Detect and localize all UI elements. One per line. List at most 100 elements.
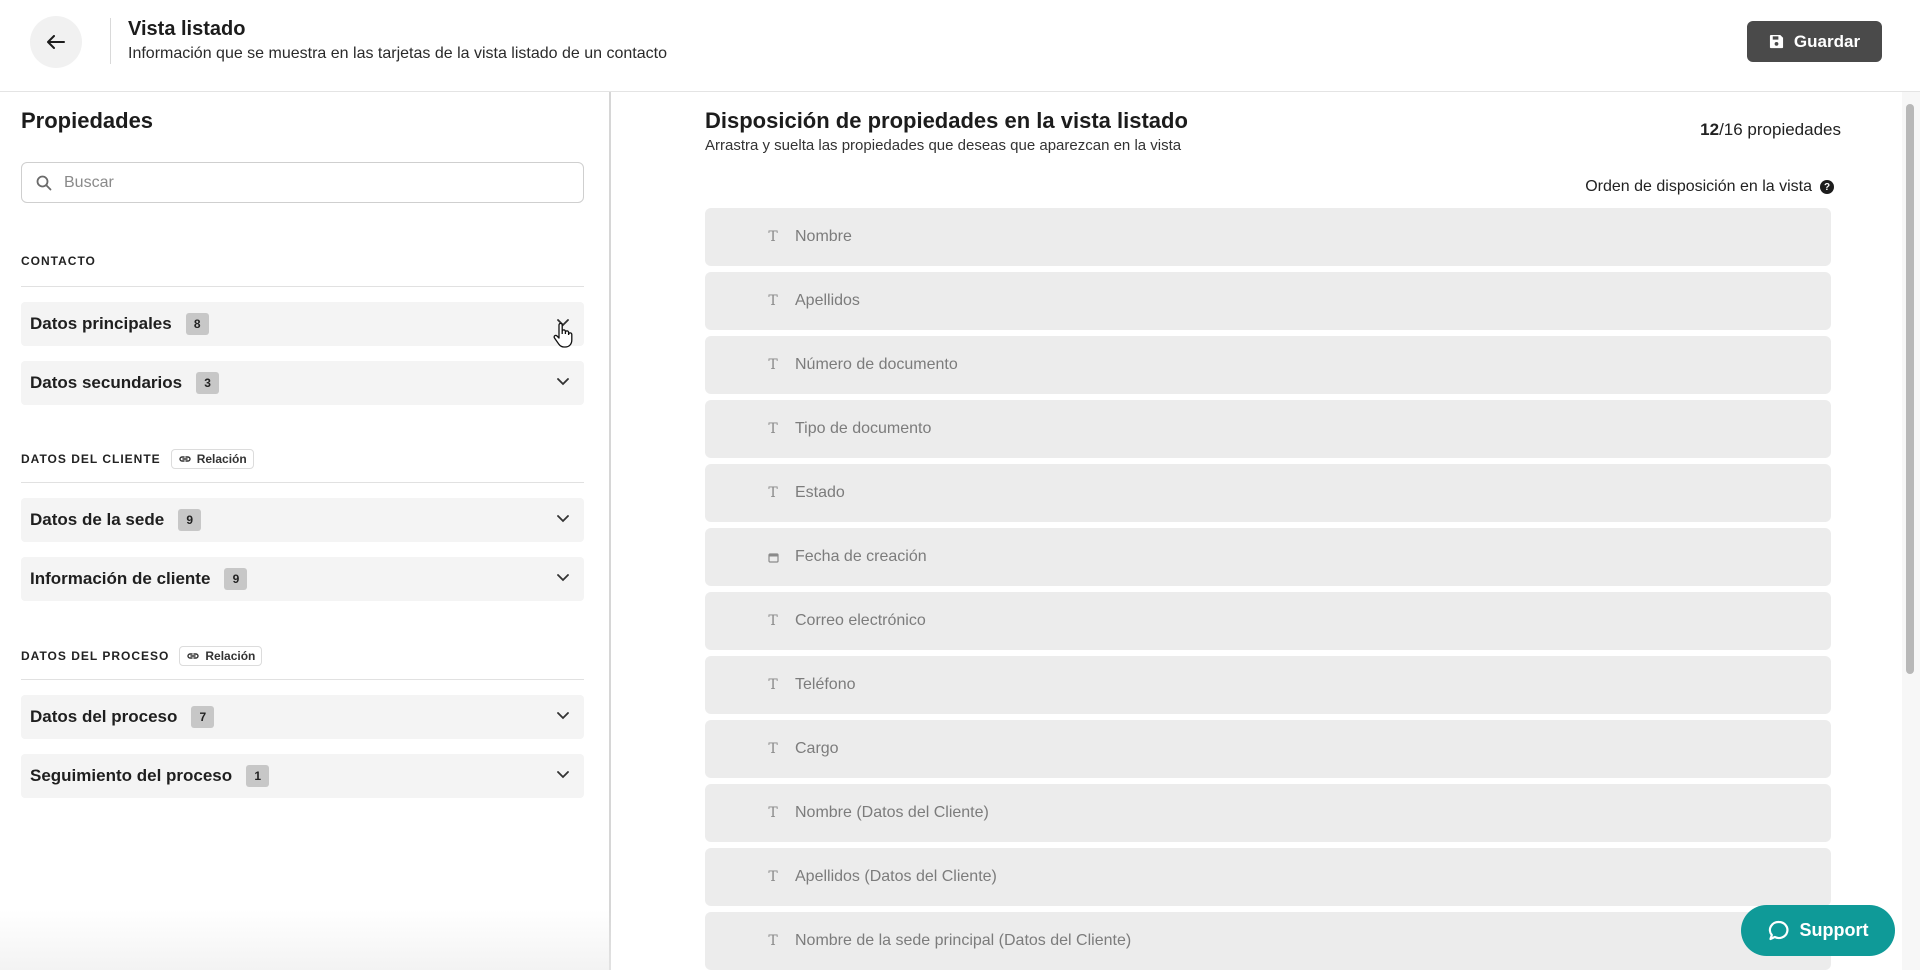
- search-box[interactable]: [21, 162, 584, 203]
- save-button[interactable]: Guardar: [1747, 21, 1882, 62]
- group-label: Datos del proceso: [30, 707, 178, 726]
- property-label: Apellidos: [795, 292, 860, 309]
- property-label: Nombre: [795, 228, 852, 245]
- text-type-icon: T: [768, 677, 778, 693]
- chevron-down-icon[interactable]: [556, 571, 570, 585]
- count-badge: 9: [178, 509, 202, 531]
- count-badge: 3: [196, 372, 220, 394]
- text-type-icon: T: [768, 293, 778, 309]
- count-badge: 9: [224, 568, 248, 590]
- relation-chip-label: Relación: [196, 452, 247, 466]
- property-row-sede-principal[interactable]: T Nombre de la sede principal (Datos del…: [705, 912, 1831, 970]
- group-label: Datos principales: [30, 314, 172, 333]
- section-title: DATOS DEL PROCESO: [21, 649, 170, 663]
- support-button[interactable]: Support: [1741, 905, 1895, 956]
- group-datos-de-la-sede[interactable]: Datos de la sede 9: [21, 498, 584, 542]
- text-type-icon: T: [768, 229, 778, 245]
- top-header: Vista listado Información que se muestra…: [0, 0, 1920, 92]
- link-icon: [187, 653, 200, 659]
- property-label: Correo electrónico: [795, 612, 926, 629]
- group-seguimiento-del-proceso[interactable]: Seguimiento del proceso 1: [21, 754, 584, 798]
- arrow-left-icon: [47, 35, 65, 49]
- property-label: Número de documento: [795, 356, 958, 373]
- chevron-down-icon[interactable]: [556, 512, 570, 526]
- text-type-icon: T: [768, 805, 778, 821]
- save-button-label: Guardar: [1793, 31, 1861, 51]
- section-label-contacto: CONTACTO: [21, 254, 96, 268]
- relation-chip: Relación: [170, 449, 254, 469]
- property-label: Tipo de documento: [795, 420, 932, 437]
- property-list: T Nombre T Apellidos T Número de documen…: [705, 208, 1831, 976]
- group-label: Datos de la sede: [30, 510, 165, 529]
- property-row-numero-documento[interactable]: T Número de documento: [705, 336, 1831, 394]
- floppy-disk-icon: [1769, 34, 1783, 49]
- property-row-nombre[interactable]: T Nombre: [705, 208, 1831, 266]
- property-row-telefono[interactable]: T Teléfono: [705, 656, 1831, 714]
- count-badge: 1: [246, 765, 270, 787]
- section-divider: [21, 286, 584, 287]
- property-row-cargo[interactable]: T Cargo: [705, 720, 1831, 778]
- order-heading: Orden de disposición en la vista ?: [1585, 178, 1834, 196]
- group-datos-principales[interactable]: Datos principales 8: [21, 302, 584, 346]
- order-label: Orden de disposición en la vista: [1585, 178, 1812, 195]
- layout-title: Disposición de propiedades en la vista l…: [705, 108, 1188, 133]
- search-icon: [36, 175, 52, 190]
- group-datos-del-proceso[interactable]: Datos del proceso 7: [21, 695, 584, 739]
- text-type-icon: T: [768, 933, 778, 949]
- relation-chip-label: Relación: [205, 649, 256, 663]
- group-label: Seguimiento del proceso: [30, 766, 233, 785]
- group-informacion-de-cliente[interactable]: Información de cliente 9: [21, 557, 584, 601]
- property-label: Estado: [795, 484, 845, 501]
- text-type-icon: T: [768, 421, 778, 437]
- relation-chip: Relación: [179, 646, 263, 666]
- chat-bubble-icon: [1768, 920, 1788, 940]
- group-label: Información de cliente: [30, 569, 211, 588]
- text-type-icon: T: [768, 741, 778, 757]
- help-icon[interactable]: ?: [1820, 180, 1834, 194]
- group-datos-secundarios[interactable]: Datos secundarios 3: [21, 361, 584, 405]
- property-row-apellidos[interactable]: T Apellidos: [705, 272, 1831, 330]
- property-label: Teléfono: [795, 676, 856, 693]
- layout-panel: Disposición de propiedades en la vista l…: [611, 92, 1920, 970]
- section-title: DATOS DEL CLIENTE: [21, 452, 161, 466]
- search-input[interactable]: [62, 172, 542, 193]
- count-badge: 8: [185, 313, 209, 335]
- text-type-icon: T: [768, 357, 778, 373]
- properties-count: 12/16 propiedades: [1700, 120, 1841, 140]
- total-count: /16 propiedades: [1719, 120, 1841, 139]
- property-label: Nombre (Datos del Cliente): [795, 804, 989, 821]
- section-title: CONTACTO: [21, 254, 96, 268]
- section-divider: [21, 482, 584, 483]
- support-button-label: Support: [1799, 920, 1869, 940]
- header-divider: [110, 18, 111, 64]
- chevron-down-icon[interactable]: [556, 375, 570, 389]
- count-badge: 7: [191, 706, 215, 728]
- text-type-icon: T: [768, 485, 778, 501]
- section-label-datos-del-proceso: DATOS DEL PROCESO Relación: [21, 646, 263, 666]
- chevron-down-icon[interactable]: [556, 768, 570, 782]
- property-row-apellidos-cliente[interactable]: T Apellidos (Datos del Cliente): [705, 848, 1831, 906]
- text-type-icon: T: [768, 613, 778, 629]
- property-label: Cargo: [795, 740, 839, 757]
- property-row-fecha-creacion[interactable]: Fecha de creación: [705, 528, 1831, 586]
- section-label-datos-del-cliente: DATOS DEL CLIENTE Relación: [21, 449, 254, 469]
- chevron-down-icon[interactable]: [556, 709, 570, 723]
- hand-pointer-icon: [553, 323, 573, 348]
- page-subtitle: Información que se muestra en las tarjet…: [128, 45, 667, 62]
- back-button[interactable]: [30, 16, 82, 68]
- property-row-correo[interactable]: T Correo electrónico: [705, 592, 1831, 650]
- properties-panel: Propiedades CONTACTO Datos principales 8…: [0, 92, 611, 970]
- property-label: Apellidos (Datos del Cliente): [795, 868, 997, 885]
- scrollbar-thumb[interactable]: [1906, 104, 1914, 674]
- page-title: Vista listado: [128, 18, 246, 40]
- selected-count: 12: [1700, 120, 1720, 139]
- calendar-icon: [765, 552, 781, 563]
- group-label: Datos secundarios: [30, 373, 183, 392]
- layout-subtitle: Arrastra y suelta las propiedades que de…: [705, 137, 1182, 154]
- text-type-icon: T: [768, 869, 778, 885]
- link-icon: [179, 456, 191, 462]
- property-row-tipo-documento[interactable]: T Tipo de documento: [705, 400, 1831, 458]
- property-row-estado[interactable]: T Estado: [705, 464, 1831, 522]
- properties-title: Propiedades: [21, 108, 154, 133]
- property-row-nombre-cliente[interactable]: T Nombre (Datos del Cliente): [705, 784, 1831, 842]
